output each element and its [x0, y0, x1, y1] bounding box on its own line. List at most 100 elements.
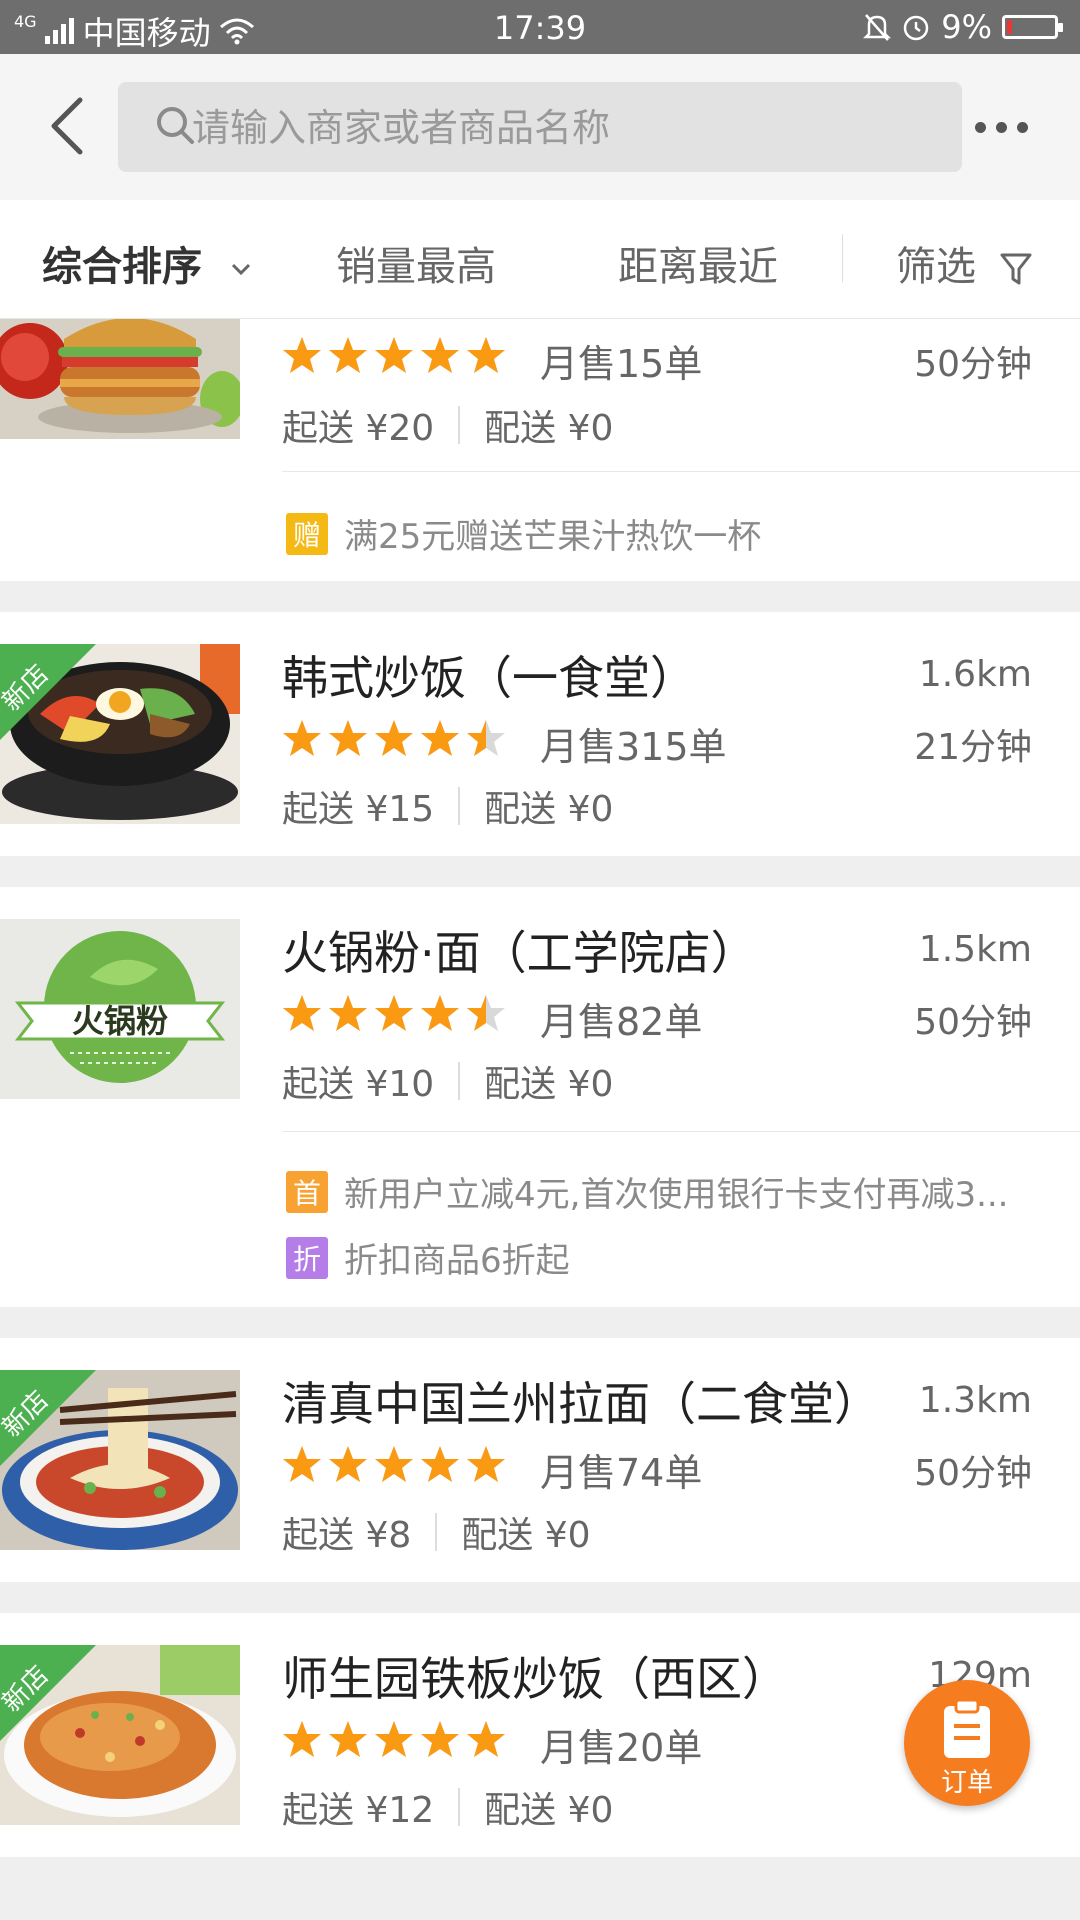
order-button-label: 订单 — [940, 1768, 993, 1798]
star-icon — [467, 995, 505, 1031]
monthly-sales: 月售15单 — [540, 342, 703, 386]
monthly-sales: 月售315单 — [540, 725, 727, 769]
star-icon — [283, 720, 321, 756]
new-shop-badge: 新店 — [0, 1370, 96, 1466]
fee-info: 起送 ¥15 配送 ¥0 — [282, 780, 613, 832]
shop-card[interactable]: 新店 韩式炒饭（一食堂） 1.6km 月售315单 21分钟 起送 ¥15 配送… — [0, 612, 1080, 856]
min-order: 起送 ¥10 — [282, 1064, 435, 1105]
delivery-time: 50分钟 — [914, 344, 1032, 385]
first-order-tag: 首 — [286, 1170, 328, 1213]
fee-info: 起送 ¥8 配送 ¥0 — [282, 1506, 591, 1558]
monthly-sales: 月售20单 — [540, 1726, 703, 1770]
star-icon — [283, 1446, 321, 1482]
search-box[interactable] — [118, 82, 962, 174]
sort-divider — [842, 234, 843, 282]
sort-bar: 综合排序 销量最高 距离最近 筛选 — [0, 200, 1080, 319]
order-button[interactable]: 订单 — [904, 1680, 1030, 1806]
promo-divider — [282, 1131, 1080, 1132]
delivery-time: 21分钟 — [914, 727, 1032, 768]
star-icon — [421, 1721, 459, 1757]
distance: 1.6km — [918, 654, 1032, 695]
star-icon — [467, 1446, 505, 1482]
delivery-fee: 配送 ¥0 — [484, 1064, 614, 1105]
promo-divider — [282, 471, 1080, 472]
rating-stars — [282, 335, 506, 375]
delivery-time: 50分钟 — [914, 1002, 1032, 1043]
shop-card[interactable]: 火锅粉 火锅粉·面（工学院店） 1.5km 月售82单 50分钟 起送 ¥10 … — [0, 887, 1080, 1307]
tab-composite-sort[interactable]: 综合排序 — [42, 234, 252, 292]
shop-thumbnail-burger — [0, 319, 240, 439]
min-order: 起送 ¥12 — [282, 1790, 435, 1831]
star-icon — [375, 337, 413, 373]
rating-stars — [282, 718, 506, 758]
star-icon — [375, 1721, 413, 1757]
star-icon — [329, 1446, 367, 1482]
star-icon — [421, 995, 459, 1031]
monthly-sales: 月售82单 — [540, 1000, 703, 1044]
shop-name: 韩式炒饭（一食堂） — [282, 651, 696, 705]
fee-info: 起送 ¥10 配送 ¥0 — [282, 1055, 613, 1107]
star-icon — [329, 720, 367, 756]
star-icon — [283, 1721, 321, 1757]
filter-label: 筛选 — [896, 244, 976, 290]
filter-button[interactable]: 筛选 — [896, 234, 1033, 292]
delivery-fee: 配送 ¥0 — [484, 408, 614, 449]
shop-card[interactable]: 新店 清真中国兰州拉面（二食堂） 1.3km 月售74单 50分钟 起送 ¥8 … — [0, 1338, 1080, 1582]
tab-top-sales[interactable]: 销量最高 — [336, 234, 496, 292]
fee-separator — [458, 1062, 461, 1100]
star-icon — [467, 1721, 505, 1757]
fee-separator — [458, 787, 461, 825]
delivery-fee: 配送 ¥0 — [484, 789, 614, 830]
shop-thumbnail-hotpot-logo: 火锅粉 — [0, 919, 240, 1099]
fee-info: 起送 ¥20 配送 ¥0 — [282, 399, 613, 451]
promo-item: 首 新用户立减4元,首次使用银行卡支付再减3... — [286, 1167, 1009, 1216]
hotpot-logo-text: 火锅粉 — [72, 1002, 168, 1040]
composite-sort-label: 综合排序 — [42, 244, 202, 290]
monthly-sales: 月售74单 — [540, 1451, 703, 1495]
star-icon — [421, 337, 459, 373]
shop-card[interactable]: 月售15单 50分钟 起送 ¥20 配送 ¥0 赠 满25元赠送芒果汁热饮一杯 — [0, 319, 1080, 581]
delivery-fee: 配送 ¥0 — [484, 1790, 614, 1831]
star-icon — [329, 337, 367, 373]
fee-info: 起送 ¥12 配送 ¥0 — [282, 1781, 613, 1833]
promo-item: 赠 满25元赠送芒果汁热饮一杯 — [286, 509, 761, 558]
promo-item: 折 折扣商品6折起 — [286, 1233, 570, 1282]
rating-stars — [282, 1444, 506, 1484]
delivery-time: 50分钟 — [914, 1453, 1032, 1494]
shop-name: 师生园铁板炒饭（西区） — [282, 1652, 788, 1706]
search-header — [0, 54, 1080, 201]
funnel-icon — [1000, 253, 1032, 285]
distance: 1.5km — [918, 929, 1032, 970]
search-input[interactable] — [190, 82, 934, 174]
more-options-icon[interactable] — [968, 112, 1034, 142]
star-icon — [329, 995, 367, 1031]
star-icon — [329, 1721, 367, 1757]
star-icon — [375, 720, 413, 756]
discount-tag: 折 — [286, 1236, 328, 1279]
chevron-down-icon — [231, 263, 250, 276]
rating-stars — [282, 993, 506, 1033]
min-order: 起送 ¥20 — [282, 408, 435, 449]
promo-text: 新用户立减4元,首次使用银行卡支付再减3... — [344, 1175, 1009, 1215]
fee-separator — [458, 1788, 461, 1826]
star-icon — [283, 337, 321, 373]
tab-nearest[interactable]: 距离最近 — [618, 234, 778, 292]
star-icon — [283, 995, 321, 1031]
battery-icon — [1002, 15, 1063, 39]
star-icon — [467, 720, 505, 756]
shop-name: 火锅粉·面（工学院店） — [282, 926, 757, 980]
battery-percent: 9% — [941, 8, 992, 46]
min-order: 起送 ¥8 — [282, 1515, 412, 1556]
fee-separator — [435, 1513, 438, 1551]
star-icon — [375, 995, 413, 1031]
clipboard-icon — [944, 1698, 990, 1758]
min-order: 起送 ¥15 — [282, 789, 435, 830]
back-arrow-icon[interactable] — [42, 94, 102, 158]
gift-tag: 赠 — [286, 512, 328, 555]
bell-muted-icon — [863, 14, 892, 41]
delivery-fee: 配送 ¥0 — [461, 1515, 591, 1556]
rating-stars — [282, 1719, 506, 1759]
star-icon — [421, 720, 459, 756]
status-bar: 4G 中国移动 17:39 9% — [0, 0, 1080, 54]
star-icon — [421, 1446, 459, 1482]
